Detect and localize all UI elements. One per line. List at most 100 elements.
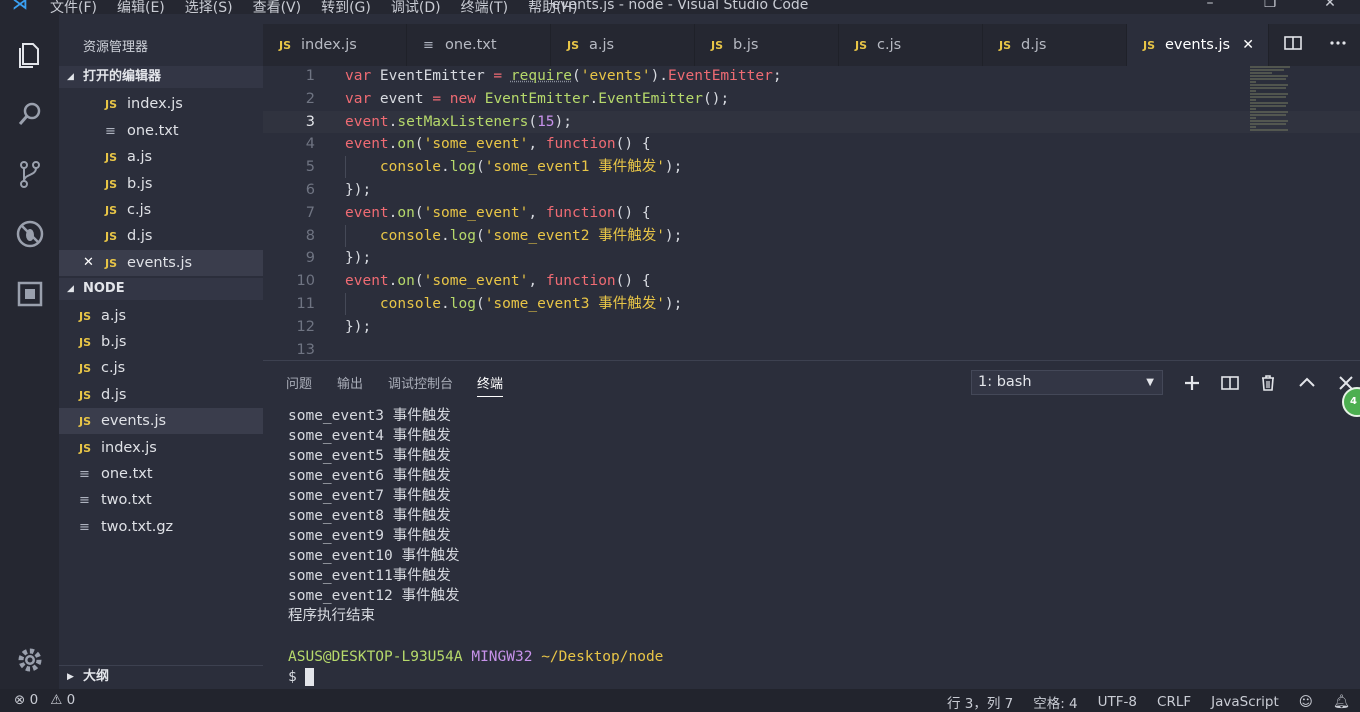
tab-b-js[interactable]: JS b.js: [695, 24, 839, 66]
menu-terminal[interactable]: 终端(T): [461, 0, 508, 14]
explorer-icon[interactable]: [10, 34, 50, 74]
file-item[interactable]: JS index.js: [59, 435, 263, 461]
chevron-right-icon: ▶: [67, 672, 74, 682]
activity-bar: [0, 14, 59, 689]
minimize-icon[interactable]: –: [1180, 0, 1240, 11]
tab-output[interactable]: 输出: [337, 373, 363, 392]
source-control-icon[interactable]: [10, 154, 50, 194]
minimap[interactable]: [1250, 66, 1300, 156]
terminal-line: some_event7 事件触发: [288, 488, 451, 504]
status-bar: ⊗ 0 ⚠ 0 行 3，列 7 空格: 4 UTF-8 CRLF JavaScr…: [0, 689, 1360, 712]
code-line: event.setMaxListeners(15);: [345, 114, 573, 130]
encoding[interactable]: UTF-8: [1098, 694, 1137, 710]
tab-events-js[interactable]: JS events.js ✕: [1127, 24, 1269, 66]
language-mode[interactable]: JavaScript: [1211, 694, 1279, 710]
js-file-icon: JS: [105, 230, 118, 243]
settings-gear-icon[interactable]: [10, 640, 50, 680]
line-number: 4: [305, 136, 315, 152]
file-item[interactable]: ≡ two.txt: [59, 487, 263, 513]
open-editor-item[interactable]: ≡ one.txt: [59, 118, 263, 144]
menu-go[interactable]: 转到(G): [321, 0, 371, 14]
file-item[interactable]: JS b.js: [59, 329, 263, 355]
js-file-icon: JS: [79, 442, 92, 455]
line-number: 12: [296, 319, 315, 335]
js-file-icon: JS: [279, 39, 292, 52]
js-file-icon: JS: [79, 310, 92, 323]
problems-indicator[interactable]: ⊗ 0 ⚠ 0: [14, 692, 75, 708]
notification-badge[interactable]: 4: [1342, 387, 1360, 417]
file-item[interactable]: JS a.js: [59, 303, 263, 329]
tab-a-js[interactable]: JS a.js: [551, 24, 695, 66]
file-item-selected[interactable]: JS events.js: [59, 408, 263, 434]
end-of-line[interactable]: CRLF: [1157, 694, 1191, 710]
line-number: 1: [305, 68, 315, 84]
text-file-icon: ≡: [105, 124, 116, 139]
js-file-icon: JS: [79, 336, 92, 349]
outline-header[interactable]: ▶ 大纲: [59, 665, 263, 687]
file-item[interactable]: ≡ one.txt: [59, 461, 263, 487]
terminal-line: some_event4 事件触发: [288, 428, 451, 444]
terminal-line: some_event9 事件触发: [288, 528, 451, 544]
split-terminal-icon[interactable]: [1218, 371, 1242, 395]
indentation[interactable]: 空格: 4: [1033, 692, 1077, 712]
tab-index-js[interactable]: JS index.js: [263, 24, 407, 66]
maximize-panel-icon[interactable]: [1295, 371, 1319, 395]
js-file-icon: JS: [999, 39, 1012, 52]
terminal-line: some_event3 事件触发: [288, 408, 451, 424]
feedback-smiley-icon[interactable]: ☺: [1299, 694, 1313, 710]
code-line: console.log('some_event1 事件触发');: [379, 159, 683, 175]
file-item[interactable]: JS d.js: [59, 382, 263, 408]
close-window-icon[interactable]: ✕: [1300, 0, 1360, 11]
tab-c-js[interactable]: JS c.js: [839, 24, 983, 66]
restore-icon[interactable]: ❐: [1240, 0, 1300, 11]
terminal-line: some_event5 事件触发: [288, 448, 451, 464]
trash-icon[interactable]: [1256, 371, 1280, 395]
tab-terminal[interactable]: 终端: [477, 373, 504, 397]
file-item[interactable]: ≡ two.txt.gz: [59, 514, 263, 540]
tab-problems[interactable]: 问题: [286, 373, 312, 392]
js-file-icon: JS: [105, 98, 118, 111]
menu-help[interactable]: 帮助(H): [528, 0, 577, 14]
open-editor-item-active[interactable]: ✕ JS events.js: [59, 250, 263, 276]
open-editor-item[interactable]: JS b.js: [59, 171, 263, 197]
terminal-input-line[interactable]: $: [288, 667, 315, 687]
extensions-icon[interactable]: [10, 274, 50, 314]
cursor-position[interactable]: 行 3，列 7: [947, 692, 1013, 712]
js-file-icon: JS: [105, 178, 118, 191]
js-file-icon: JS: [105, 204, 118, 217]
menu-selection[interactable]: 选择(S): [185, 0, 233, 14]
tab-one-txt[interactable]: ≡ one.txt: [407, 24, 551, 66]
debug-icon[interactable]: [10, 214, 50, 254]
open-editor-item[interactable]: JS index.js: [59, 91, 263, 117]
menu-edit[interactable]: 编辑(E): [117, 0, 165, 14]
close-tab-icon[interactable]: ✕: [1242, 24, 1254, 66]
text-file-icon: ≡: [423, 38, 434, 53]
code-line: event.on('some_event', function() {: [345, 136, 651, 152]
menu-debug[interactable]: 调试(D): [391, 0, 441, 14]
add-terminal-icon[interactable]: [1180, 371, 1204, 395]
notifications-bell-icon[interactable]: 🔔︎: [1333, 694, 1350, 710]
line-number: 9: [305, 250, 315, 266]
menu-file[interactable]: 文件(F): [50, 0, 97, 14]
open-editor-item[interactable]: JS d.js: [59, 223, 263, 249]
open-editors-header[interactable]: ◢ 打开的编辑器: [59, 66, 263, 88]
file-item[interactable]: JS c.js: [59, 355, 263, 381]
open-editor-item[interactable]: JS a.js: [59, 144, 263, 170]
terminal-select[interactable]: 1: bash ▼: [971, 370, 1163, 395]
search-icon[interactable]: [10, 94, 50, 134]
split-editor-icon[interactable]: [1283, 34, 1302, 56]
tab-d-js[interactable]: JS d.js: [983, 24, 1127, 66]
menu-view[interactable]: 查看(V): [253, 0, 302, 14]
js-file-icon: JS: [855, 39, 868, 52]
tab-debug-console[interactable]: 调试控制台: [388, 373, 453, 392]
explorer-sidebar: 资源管理器 ◢ 打开的编辑器 JS index.js ≡ one.txt JS a.j…: [59, 14, 263, 689]
terminal-line: some_event6 事件触发: [288, 468, 451, 484]
folder-header[interactable]: ◢ NODE: [59, 278, 263, 300]
code-line: event.on('some_event', function() {: [345, 205, 651, 221]
code-line: console.log('some_event3 事件触发');: [379, 296, 683, 312]
close-icon[interactable]: ✕: [83, 250, 94, 276]
open-editor-item[interactable]: JS c.js: [59, 197, 263, 223]
more-actions-icon[interactable]: [1329, 34, 1347, 56]
code-editor[interactable]: 1 2 3 4 5 6 7 8 9 10 11 12 13 var EventE…: [263, 66, 1360, 359]
code-line: var event = new EventEmitter.EventEmitte…: [345, 91, 730, 107]
